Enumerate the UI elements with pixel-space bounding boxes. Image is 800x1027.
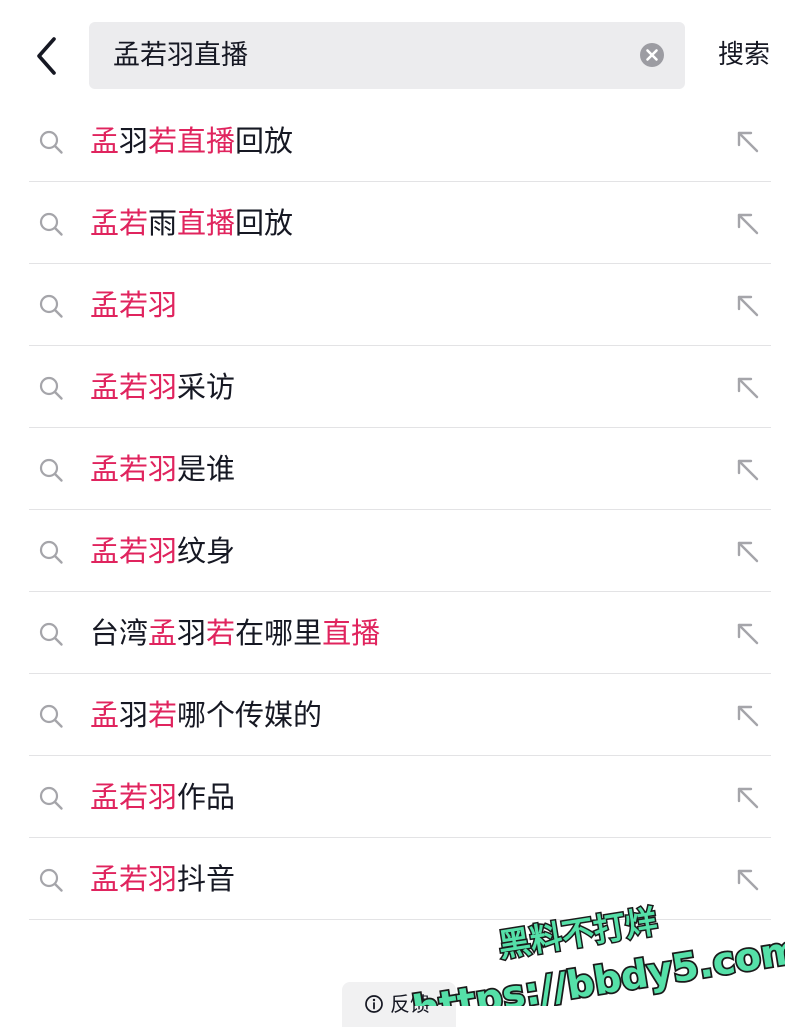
- chevron-left-icon: [37, 37, 56, 75]
- suggestion-text: 回放: [235, 206, 294, 240]
- search-icon: [39, 622, 63, 646]
- arrow-up-left-icon[interactable]: [734, 456, 762, 484]
- suggestion-highlight-text: 孟若羽: [90, 452, 178, 486]
- clear-circle-icon: [640, 43, 664, 67]
- search-button[interactable]: 搜索: [718, 22, 770, 89]
- suggestion-item[interactable]: 孟若雨直播回放: [0, 182, 800, 264]
- suggestion-label: 孟若羽: [90, 264, 177, 346]
- suggestion-text: 羽: [177, 616, 207, 650]
- suggestion-highlight-text: 孟若羽: [90, 288, 178, 322]
- suggestion-label: 孟若羽抖音: [90, 838, 235, 920]
- info-circle-icon: [365, 995, 383, 1013]
- arrow-up-left-icon[interactable]: [734, 866, 762, 894]
- suggestion-highlight-text: 若直播: [148, 124, 236, 158]
- feedback-button[interactable]: 反馈: [342, 982, 456, 1027]
- search-header: 孟若羽直播 搜索: [0, 0, 800, 110]
- suggestion-label: 孟若羽是谁: [90, 428, 235, 510]
- suggestion-label: 台湾孟羽若在哪里直播: [90, 592, 380, 674]
- suggestion-text: 哪个传媒的: [177, 698, 323, 732]
- suggestion-item[interactable]: 孟若羽纹身: [0, 510, 800, 592]
- suggestion-text: 在哪里: [235, 616, 323, 650]
- search-icon: [39, 130, 63, 154]
- search-icon: [39, 212, 63, 236]
- suggestion-highlight-text: 孟若羽: [90, 780, 178, 814]
- search-icon: [39, 376, 63, 400]
- suggestion-highlight-text: 孟若羽: [90, 862, 178, 896]
- suggestion-highlight-text: 若: [148, 698, 178, 732]
- suggestion-text: 羽: [119, 124, 149, 158]
- arrow-up-left-icon[interactable]: [734, 292, 762, 320]
- arrow-up-left-icon[interactable]: [734, 538, 762, 566]
- watermark-line2: https://bbdy5.com: [409, 927, 785, 1006]
- suggestion-text: 回放: [235, 124, 294, 158]
- suggestion-text: 抖音: [177, 862, 236, 896]
- search-icon: [39, 294, 63, 318]
- suggestion-highlight-text: 孟: [148, 616, 178, 650]
- suggestion-label: 孟若雨直播回放: [90, 182, 293, 264]
- back-button[interactable]: [28, 32, 72, 80]
- suggestion-highlight-text: 直播: [177, 206, 236, 240]
- suggestion-text: 是谁: [177, 452, 236, 486]
- suggestion-text: 羽: [119, 698, 149, 732]
- feedback-label: 反馈: [390, 992, 430, 1016]
- suggestion-label: 孟若羽纹身: [90, 510, 235, 592]
- search-input[interactable]: 孟若羽直播: [113, 22, 248, 89]
- suggestion-highlight-text: 孟若羽: [90, 370, 178, 404]
- suggestion-label: 孟羽若哪个传媒的: [90, 674, 322, 756]
- suggestion-label: 孟若羽采访: [90, 346, 235, 428]
- suggestion-highlight-text: 孟若羽: [90, 534, 178, 568]
- suggestion-label: 孟羽若直播回放: [90, 100, 293, 182]
- suggestion-text: 台湾: [90, 616, 149, 650]
- clear-button[interactable]: [639, 42, 665, 68]
- arrow-up-left-icon[interactable]: [734, 210, 762, 238]
- suggestion-highlight-text: 直播: [322, 616, 381, 650]
- suggestion-item[interactable]: 孟若羽采访: [0, 346, 800, 428]
- suggestion-item[interactable]: 孟若羽: [0, 264, 800, 346]
- search-icon: [39, 704, 63, 728]
- suggestion-text: 采访: [177, 370, 236, 404]
- search-icon: [39, 786, 63, 810]
- search-icon: [39, 540, 63, 564]
- suggestion-item[interactable]: 孟羽若直播回放: [0, 100, 800, 182]
- suggestion-item[interactable]: 孟若羽抖音: [0, 838, 800, 920]
- search-icon: [39, 458, 63, 482]
- suggestion-list: 孟羽若直播回放 孟若雨直播回放 孟若羽 孟若羽采访 孟若羽是谁 孟若羽纹身 台湾孟羽若在哪里…: [0, 100, 800, 920]
- suggestion-item[interactable]: 孟若羽是谁: [0, 428, 800, 510]
- arrow-up-left-icon[interactable]: [734, 374, 762, 402]
- suggestion-label: 孟若羽作品: [90, 756, 235, 838]
- search-input-box[interactable]: 孟若羽直播: [89, 22, 685, 89]
- arrow-up-left-icon[interactable]: [734, 784, 762, 812]
- suggestion-text: 雨: [148, 206, 178, 240]
- suggestion-text: 作品: [177, 780, 236, 814]
- suggestion-highlight-text: 孟: [90, 124, 120, 158]
- suggestion-highlight-text: 孟若: [90, 206, 149, 240]
- arrow-up-left-icon[interactable]: [734, 702, 762, 730]
- suggestion-item[interactable]: 孟羽若哪个传媒的: [0, 674, 800, 756]
- suggestion-highlight-text: 若: [206, 616, 236, 650]
- suggestion-highlight-text: 孟: [90, 698, 120, 732]
- suggestion-text: 纹身: [177, 534, 236, 568]
- suggestion-item[interactable]: 孟若羽作品: [0, 756, 800, 838]
- suggestion-item[interactable]: 台湾孟羽若在哪里直播: [0, 592, 800, 674]
- arrow-up-left-icon[interactable]: [734, 128, 762, 156]
- arrow-up-left-icon[interactable]: [734, 620, 762, 648]
- search-icon: [39, 868, 63, 892]
